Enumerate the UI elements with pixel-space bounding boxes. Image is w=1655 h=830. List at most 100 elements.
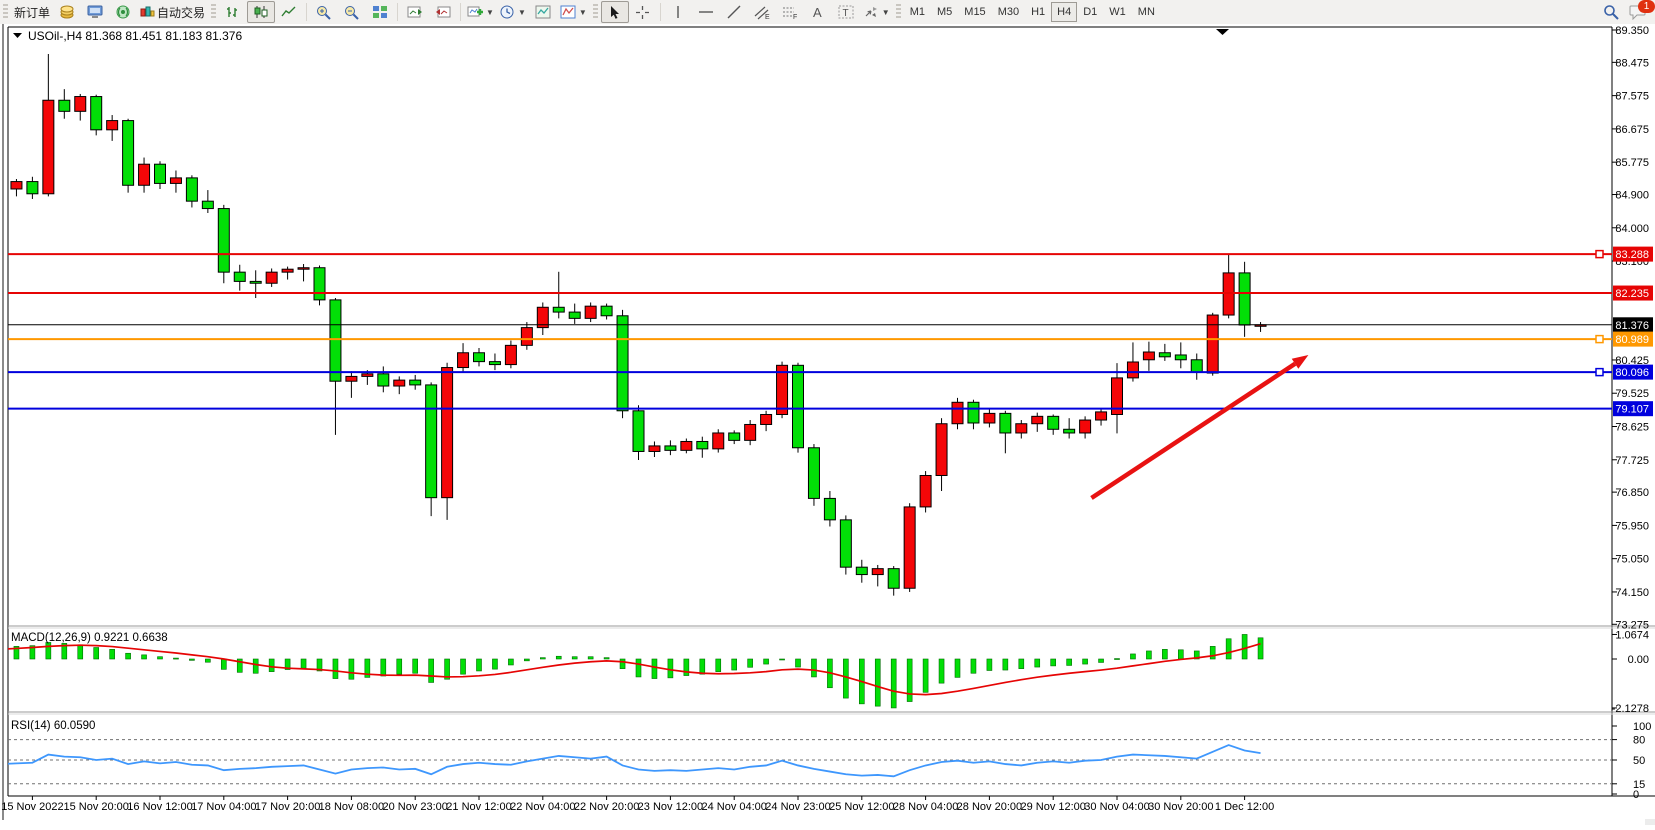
terminal-icon[interactable] — [81, 1, 109, 23]
timeframe-W1[interactable]: W1 — [1103, 2, 1132, 22]
new-order-button[interactable]: 新订单 — [11, 1, 53, 23]
candle-body — [1207, 315, 1218, 373]
cursor-icon[interactable] — [601, 1, 629, 23]
macd-hist-bar — [94, 648, 99, 660]
candle-body — [43, 100, 54, 194]
timeframe-M30[interactable]: M30 — [992, 2, 1025, 22]
macd-hist-bar — [796, 659, 801, 667]
timeframe-H4[interactable]: H4 — [1051, 2, 1077, 22]
trendline-icon[interactable] — [720, 1, 748, 23]
text-label-icon[interactable]: T — [832, 1, 860, 23]
equidistant-channel-icon[interactable]: E — [748, 1, 776, 23]
candle-body — [665, 446, 676, 450]
toolbar-grip[interactable] — [3, 4, 8, 20]
toolbar-grip[interactable] — [896, 4, 901, 20]
zoom-out-icon[interactable] — [338, 1, 366, 23]
rsi-axis-label: 100 — [1633, 721, 1651, 733]
period-clock-button[interactable]: ▼ — [497, 1, 529, 23]
candle-body — [984, 413, 995, 423]
shapes-button[interactable]: ▼ — [860, 1, 893, 23]
time-tick-label: 17 Nov 20:00 — [255, 801, 320, 813]
timeframe-M1[interactable]: M1 — [904, 2, 931, 22]
candle-body — [808, 448, 819, 499]
arrange-charts-icon[interactable] — [401, 1, 429, 23]
search-icon[interactable] — [1603, 4, 1619, 20]
candle-body — [362, 374, 373, 377]
macd-hist-bar — [126, 653, 131, 659]
shift-chart-icon[interactable] — [429, 1, 457, 23]
candle-body — [266, 272, 277, 283]
time-tick-label: 24 Nov 04:00 — [701, 801, 766, 813]
macd-hist-bar — [1099, 659, 1104, 662]
main-toolbar: 新订单 自动交易 ▼ ▼ — [0, 0, 1655, 25]
toolbar-separator — [660, 3, 661, 21]
candle-body — [234, 272, 245, 281]
candle-body — [410, 380, 421, 385]
timeframe-D1[interactable]: D1 — [1077, 2, 1103, 22]
price-tick-label: 85.775 — [1615, 157, 1649, 169]
time-tick-label: 24 Nov 23:00 — [765, 801, 830, 813]
tile-windows-icon[interactable] — [366, 1, 394, 23]
candle-body — [968, 402, 979, 423]
fibonacci-icon[interactable]: F — [776, 1, 804, 23]
timeframe-H1[interactable]: H1 — [1025, 2, 1051, 22]
toolbar-grip[interactable] — [211, 4, 216, 20]
macd-hist-bar — [397, 659, 402, 674]
timeframe-M15[interactable]: M15 — [958, 2, 991, 22]
candle-body — [282, 269, 293, 272]
zoom-in-icon[interactable] — [310, 1, 338, 23]
chart-window: 89.35088.47587.57586.67585.77584.90084.0… — [0, 24, 1655, 825]
chart-template-icon[interactable] — [529, 1, 557, 23]
crosshair-icon[interactable] — [629, 1, 657, 23]
gold-icon[interactable] — [53, 1, 81, 23]
price-badge-79.107: 79.107 — [1613, 401, 1653, 416]
candle-body — [378, 374, 389, 386]
macd-hist-bar — [572, 657, 577, 659]
macd-hist-bar — [524, 659, 529, 661]
price-tick-label: 74.150 — [1615, 587, 1649, 599]
candle-body — [474, 353, 485, 362]
candle-body — [633, 411, 644, 452]
macd-hist-bar — [461, 659, 466, 674]
chevron-down-icon: ▼ — [882, 8, 890, 17]
svg-text:F: F — [793, 14, 797, 20]
macd-hist-bar — [301, 659, 306, 668]
time-tick-label: 22 Nov 04:00 — [510, 801, 575, 813]
macd-hist-bar — [1162, 649, 1167, 659]
macd-hist-bar — [923, 659, 928, 692]
hline-handle[interactable] — [1596, 369, 1603, 376]
horizontal-line-icon[interactable] — [692, 1, 720, 23]
price-tick-label: 88.475 — [1615, 57, 1649, 69]
bar-chart-icon[interactable] — [219, 1, 247, 23]
candle-body — [1175, 355, 1186, 360]
auto-trading-button[interactable]: 自动交易 — [137, 1, 208, 23]
toolbar-grip[interactable] — [593, 4, 598, 20]
hline-handle[interactable] — [1596, 251, 1603, 258]
macd-hist-bar — [158, 657, 163, 659]
candle-body — [330, 300, 341, 381]
chat-button[interactable]: 1 — [1629, 4, 1647, 20]
candle-body — [505, 345, 516, 364]
candle-body — [729, 433, 740, 440]
new-chart-button[interactable]: ▼ — [464, 1, 497, 23]
indicators-button[interactable]: ▼ — [557, 1, 590, 23]
candlestick-chart-icon[interactable] — [247, 1, 275, 23]
macd-hist-bar — [381, 659, 386, 676]
price-tick-label: 84.000 — [1615, 223, 1649, 235]
hline-handle[interactable] — [1596, 336, 1603, 343]
timeframe-M5[interactable]: M5 — [931, 2, 958, 22]
signal-icon[interactable] — [109, 1, 137, 23]
line-chart-icon[interactable] — [275, 1, 303, 23]
chart-canvas[interactable]: 89.35088.47587.57586.67585.77584.90084.0… — [0, 24, 1655, 825]
candle-body — [793, 365, 804, 447]
macd-hist-bar — [939, 659, 944, 683]
time-tick-label: 15 Nov 20:00 — [63, 801, 128, 813]
price-tick-label: 75.050 — [1615, 554, 1649, 566]
vertical-line-icon[interactable] — [664, 1, 692, 23]
macd-axis-label: 0.00 — [1628, 654, 1649, 666]
price-tick-label: 77.725 — [1615, 455, 1649, 467]
macd-hist-bar — [173, 658, 178, 659]
chart-background — [0, 24, 1655, 825]
text-icon[interactable]: A — [804, 1, 832, 23]
timeframe-MN[interactable]: MN — [1132, 2, 1161, 22]
